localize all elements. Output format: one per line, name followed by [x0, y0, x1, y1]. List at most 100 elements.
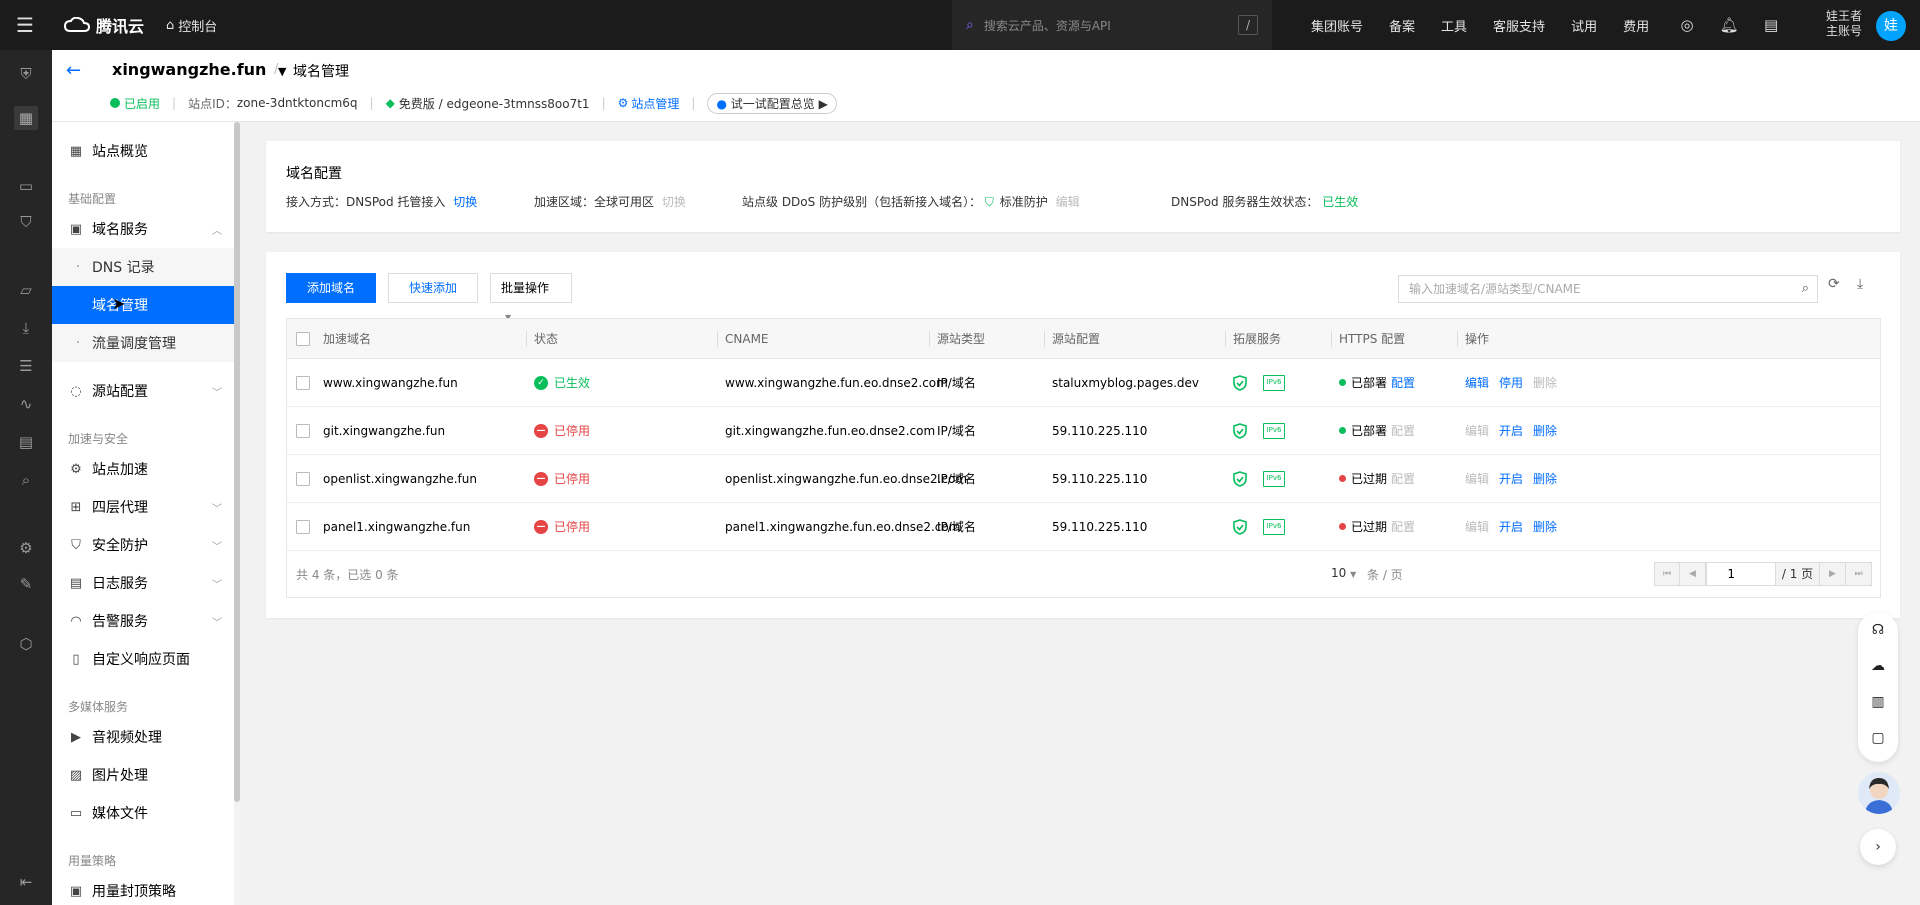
ipv6-icon[interactable]: IPv6 — [1263, 374, 1285, 391]
ai-assistant-avatar[interactable] — [1858, 772, 1900, 814]
page-size-select[interactable]: 10 ▼ — [1331, 566, 1356, 580]
shield-check-icon[interactable] — [1233, 374, 1247, 391]
refresh-icon[interactable]: ⟳ — [1828, 276, 1840, 292]
edit-doc-icon[interactable]: ✎ — [14, 572, 38, 596]
shield-check-icon[interactable] — [1233, 518, 1247, 535]
page-input[interactable]: 1 — [1706, 562, 1776, 586]
plan-info[interactable]: 免费版 / edgeone-3tmnss8oo7t1 — [399, 95, 590, 112]
log-icon[interactable]: ▤ — [14, 430, 38, 454]
sidebar-item-image-process[interactable]: ▨ 图片处理 — [52, 756, 240, 794]
wallet-icon[interactable]: ▤ — [1746, 16, 1796, 34]
chart-icon[interactable]: ▱ — [14, 278, 38, 302]
book-icon[interactable]: ▥ — [1858, 684, 1898, 720]
edit-link[interactable]: 编辑 — [1465, 470, 1489, 487]
row-checkbox[interactable] — [296, 519, 310, 534]
edgeone-logo-icon[interactable]: ⛨ — [14, 62, 38, 86]
sidebar-item-security[interactable]: ⛉ 安全防护 ﹀ — [52, 526, 240, 564]
row-checkbox[interactable] — [296, 471, 310, 486]
last-page-icon[interactable]: ⏭ — [1846, 562, 1872, 586]
https-config-link[interactable]: 配置 — [1391, 518, 1415, 535]
delete-link[interactable]: 删除 — [1533, 422, 1557, 439]
sidebar-item-av-process[interactable]: ▶ 音视频处理 — [52, 718, 240, 756]
headset-icon[interactable]: ☊ — [1858, 612, 1898, 648]
disable-link[interactable]: 停用 — [1499, 374, 1523, 391]
ddos-edit-link[interactable]: 编辑 — [1056, 195, 1080, 209]
sidebar-item-custom-page[interactable]: ▯ 自定义响应页面 — [52, 640, 240, 678]
access-switch-link[interactable]: 切换 — [453, 195, 477, 209]
next-page-icon[interactable]: ▶ — [1820, 562, 1846, 586]
nav-icp[interactable]: 备案 — [1376, 16, 1428, 35]
add-domain-button[interactable]: 添加域名 — [286, 273, 376, 303]
settings-doc-icon[interactable]: ⚙︎ — [14, 536, 38, 560]
first-page-icon[interactable]: ⏮ — [1654, 562, 1680, 586]
ipv6-icon[interactable]: IPv6 — [1263, 518, 1285, 535]
ipv6-icon[interactable]: IPv6 — [1263, 422, 1285, 439]
shield-check-icon[interactable] — [1233, 470, 1247, 487]
user-info[interactable]: 娃王者 主账号 — [1826, 9, 1862, 39]
site-manage-link[interactable]: 站点管理 — [631, 95, 679, 112]
sidebar-item-dns-records[interactable]: · DNS 记录 — [52, 248, 240, 286]
pulse-icon[interactable]: ∿ — [14, 392, 38, 416]
https-config-link[interactable]: 配置 — [1391, 374, 1415, 391]
quick-add-button[interactable]: 快速添加 — [388, 273, 478, 303]
ipv6-icon[interactable]: IPv6 — [1263, 470, 1285, 487]
avatar[interactable]: 娃 — [1876, 11, 1906, 41]
edit-link[interactable]: 编辑 — [1465, 518, 1489, 535]
site-selector[interactable]: xingwangzhe.fun ▼ — [112, 60, 287, 79]
menu-icon[interactable]: ☰ — [0, 0, 50, 50]
select-all-checkbox[interactable] — [296, 331, 310, 346]
domain-search-input[interactable]: 输入加速域名/源站类型/CNAME ⌕ — [1398, 275, 1818, 303]
sidebar-item-traffic-schedule[interactable]: · 流量调度管理 — [52, 324, 240, 362]
edit-link[interactable]: 编辑 — [1465, 374, 1489, 391]
nav-trial[interactable]: 试用 — [1558, 16, 1610, 35]
search-icon[interactable]: ⌕ — [1802, 276, 1809, 302]
batch-operation-dropdown[interactable]: 批量操作 ▼ — [490, 273, 572, 322]
console-link[interactable]: ⌂ 控制台 — [166, 16, 217, 35]
sidebar-item-log-service[interactable]: ▤ 日志服务 ﹀ — [52, 564, 240, 602]
shield-check-icon[interactable] — [1233, 422, 1247, 439]
download-icon[interactable]: ⤓ — [14, 316, 38, 340]
feedback-icon[interactable]: ▢ — [1858, 720, 1898, 756]
sidebar-item-domain-service[interactable]: ▣ 域名服务 ︿ — [52, 210, 240, 248]
global-search[interactable]: ⌕ 搜索云产品、资源与API / — [952, 0, 1272, 50]
brand-logo[interactable]: 腾讯云 — [64, 13, 144, 37]
enable-link[interactable]: 开启 — [1499, 518, 1523, 535]
https-config-link[interactable]: 配置 — [1391, 422, 1415, 439]
cloud-icon[interactable]: ☁ — [1858, 648, 1898, 684]
sidebar-item-overview[interactable]: ▦ 站点概览 — [52, 132, 240, 170]
collapse-rail-icon[interactable]: ⇤ — [14, 870, 38, 894]
delete-link[interactable]: 删除 — [1533, 470, 1557, 487]
prev-page-icon[interactable]: ◀ — [1680, 562, 1706, 586]
sidebar-item-domain-manage[interactable]: · 域名管理 — [52, 286, 240, 324]
nav-billing[interactable]: 费用 — [1610, 16, 1662, 35]
nav-group-account[interactable]: 集团账号 — [1298, 16, 1376, 35]
speed-icon[interactable]: ◎ — [1662, 16, 1712, 34]
back-arrow-icon[interactable]: ← — [66, 60, 81, 81]
enable-link[interactable]: 开启 — [1499, 470, 1523, 487]
monitor-icon[interactable]: ▭ — [14, 174, 38, 198]
hex-settings-icon[interactable]: ⬡ — [14, 632, 38, 656]
https-config-link[interactable]: 配置 — [1391, 470, 1415, 487]
sidebar-item-usage-cap[interactable]: ▣ 用量封顶策略 — [52, 872, 240, 905]
download-icon[interactable]: ⤓ — [1857, 276, 1863, 292]
sidebar-item-media-files[interactable]: ▭ 媒体文件 — [52, 794, 240, 832]
delete-link[interactable]: 删除 — [1533, 374, 1557, 391]
list-icon[interactable]: ☰ — [14, 354, 38, 378]
expand-chevron-icon[interactable]: › — [1860, 829, 1896, 865]
dashboard-icon[interactable]: ▦ — [14, 106, 38, 130]
edit-link[interactable]: 编辑 — [1465, 422, 1489, 439]
bell-icon[interactable]: 🔔︎ — [1712, 16, 1746, 34]
row-checkbox[interactable] — [296, 375, 310, 390]
try-config-button[interactable]: ● 试一试配置总览 ▶ — [707, 92, 837, 114]
search-rail-icon[interactable]: ⌕ — [14, 468, 38, 492]
nav-support[interactable]: 客服支持 — [1480, 16, 1558, 35]
nav-tools[interactable]: 工具 — [1428, 16, 1480, 35]
enable-link[interactable]: 开启 — [1499, 422, 1523, 439]
sidebar-item-origin-config[interactable]: ◌ 源站配置 ﹀ — [52, 372, 240, 410]
sidebar-item-alert-service[interactable]: ◠ 告警服务 ﹀ — [52, 602, 240, 640]
delete-link[interactable]: 删除 — [1533, 518, 1557, 535]
region-switch-link[interactable]: 切换 — [662, 195, 686, 209]
sidebar-scrollbar-thumb[interactable] — [234, 122, 240, 802]
sidebar-item-site-accel[interactable]: ⚙︎ 站点加速 — [52, 450, 240, 488]
shield-check-icon[interactable]: ⛉ — [14, 210, 38, 234]
